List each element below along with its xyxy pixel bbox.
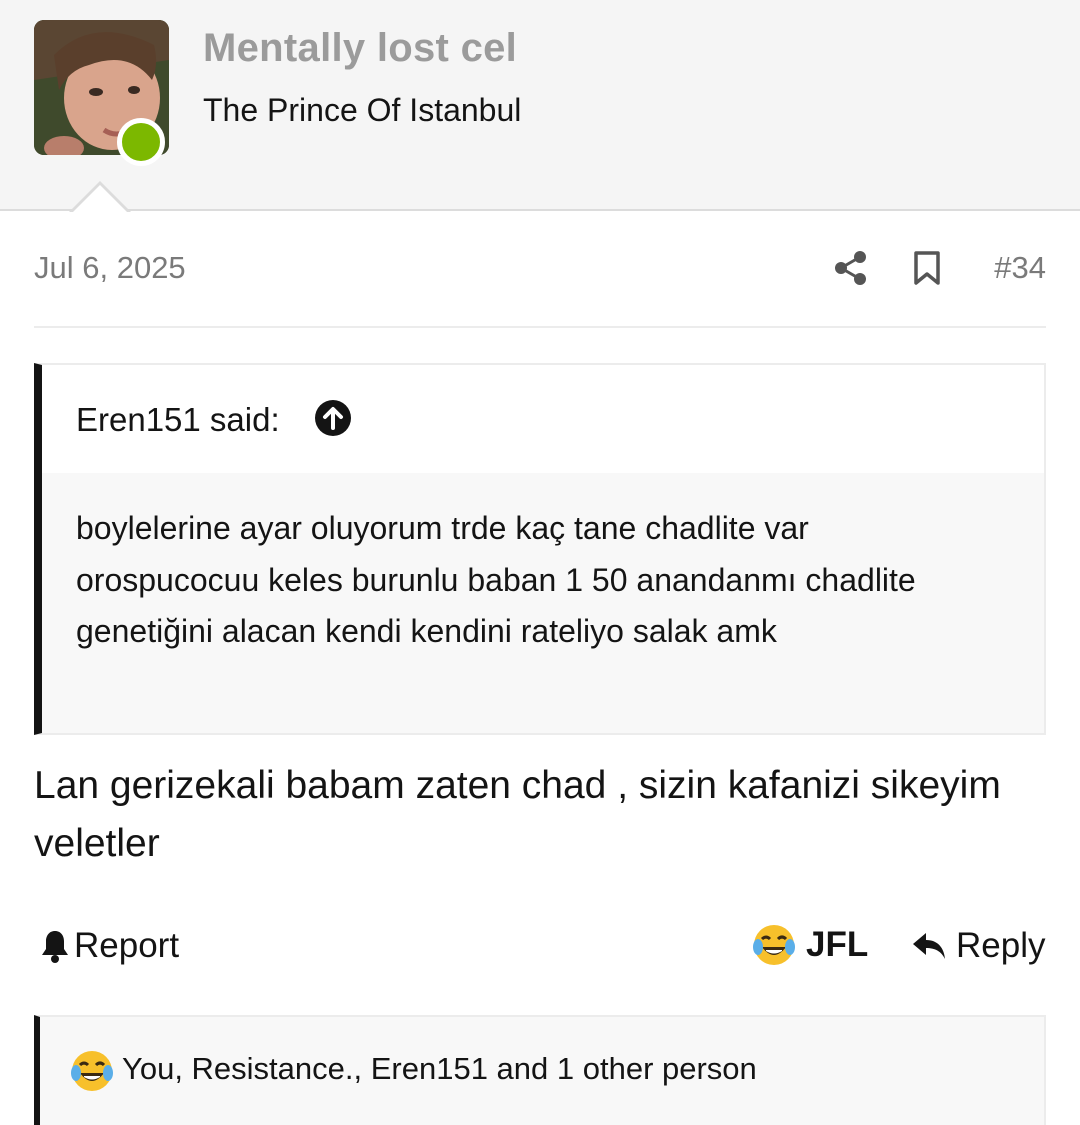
user-title: The Prince Of Istanbul (203, 92, 522, 128)
divider (34, 326, 1046, 328)
reply-arrow-icon (913, 933, 945, 959)
quote-author[interactable]: Eren151 said: (76, 401, 280, 439)
user-header: Mentally lost cel The Prince Of Istanbul (0, 0, 1080, 211)
quote-block: Eren151 said: boylelerine ayar oluyorum … (34, 363, 1046, 735)
reply-button[interactable]: Reply (910, 924, 1045, 968)
arrow-up-circle-icon[interactable] (314, 399, 352, 437)
post-date[interactable]: Jul 6, 2025 (34, 250, 186, 286)
quote-body: boylelerine ayar oluyorum trde kaç tane … (42, 473, 1044, 733)
laughing-crying-emoji-icon (753, 925, 795, 965)
message-pointer-fill (72, 185, 128, 213)
bell-icon (42, 931, 68, 963)
reactions-text: You, Resistance., Eren151 and 1 other pe… (122, 1051, 757, 1086)
share-icon[interactable] (834, 250, 868, 286)
report-button[interactable]: Report (40, 924, 179, 968)
bookmark-icon[interactable] (912, 250, 942, 286)
reactions-bar[interactable]: You, Resistance., Eren151 and 1 other pe… (34, 1015, 1046, 1125)
reply-label: Reply (956, 926, 1046, 965)
laughing-crying-emoji-icon (71, 1051, 113, 1091)
username[interactable]: Mentally lost cel (203, 26, 517, 71)
post-meta: Jul 6, 2025 #34 (34, 246, 1046, 292)
jfl-label: JFL (806, 925, 869, 964)
action-bar: Report JFL Reply (34, 918, 1046, 974)
quote-text: boylelerine ayar oluyorum trde kaç tane … (76, 510, 916, 649)
jfl-reaction-button[interactable]: JFL (752, 920, 868, 970)
online-status-indicator (117, 118, 165, 166)
post-body: Lan gerizekali babam zaten chad , sizin … (34, 764, 1001, 865)
quote-header: Eren151 said: (42, 365, 1044, 473)
report-label: Report (74, 926, 180, 965)
post-number[interactable]: #34 (994, 250, 1046, 286)
